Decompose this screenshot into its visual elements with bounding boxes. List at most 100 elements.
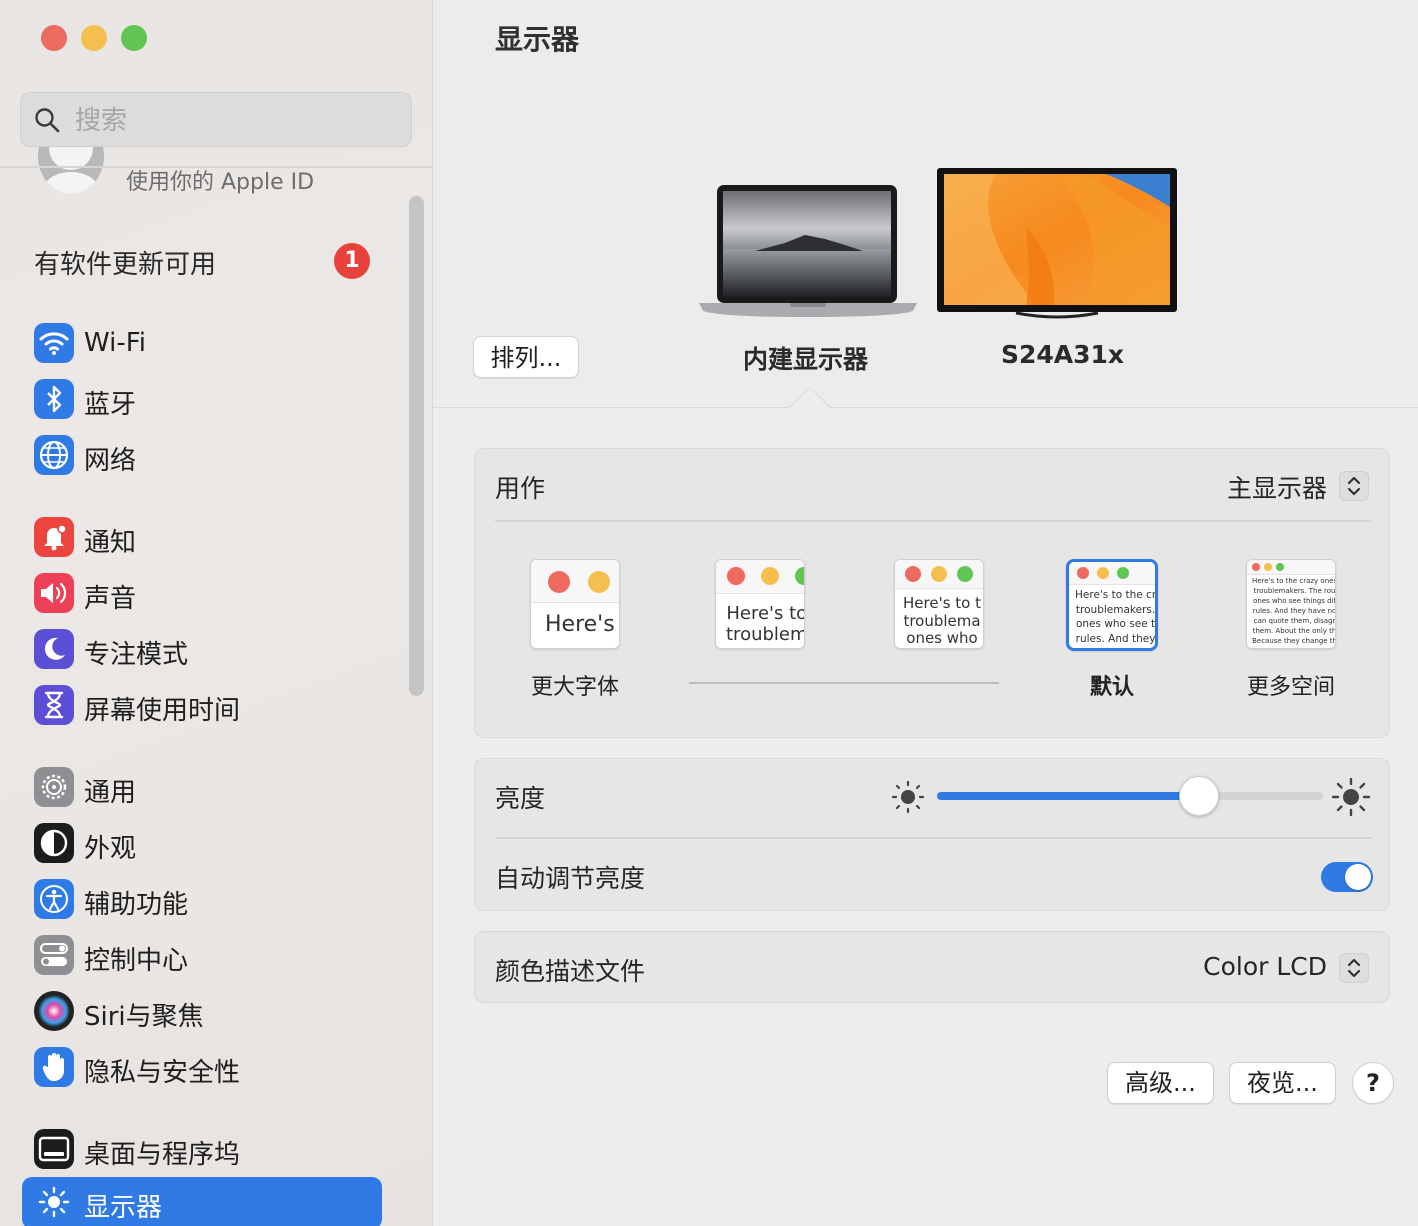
sidebar-item-privacy[interactable]: 隐私与安全性 — [22, 1042, 382, 1094]
color-profile-popup-stepper[interactable] — [1339, 953, 1369, 983]
resolution-label: 更大字体 — [530, 675, 619, 700]
update-badge: 1 — [334, 243, 370, 279]
resolution-option-default[interactable]: Here's to the cr troublemakers. ones who… — [1047, 559, 1177, 700]
gear-icon — [34, 767, 74, 807]
zoom-window-button[interactable] — [121, 25, 147, 51]
use-as-label: 用作 — [495, 474, 546, 503]
use-as-popup-stepper[interactable] — [1339, 471, 1369, 501]
sidebar-item-accessibility[interactable]: 辅助功能 — [22, 874, 382, 926]
night-shift-button[interactable]: 夜览... — [1229, 1062, 1336, 1104]
sidebar-item-sound[interactable]: 声音 — [22, 568, 382, 620]
resolution-preview: Here's — [530, 559, 620, 649]
auto-brightness-label: 自动调节亮度 — [495, 864, 646, 893]
sidebar-item-label: 控制中心 — [84, 946, 189, 976]
software-update-item[interactable]: 有软件更新可用 — [34, 244, 216, 281]
accessibility-icon — [34, 879, 74, 919]
use-as-value[interactable]: 主显示器 — [1227, 469, 1327, 505]
main-pane: 显示器 排列... 内建显示器 S24A31x 用作 主显示器 Here's 更… — [433, 0, 1418, 1226]
selected-display-caret — [790, 388, 830, 408]
toggles-icon — [34, 935, 74, 975]
brightness-slider-knob[interactable] — [1179, 776, 1219, 816]
preview-text: Here's to troublem — [726, 603, 805, 646]
updown-chevron-icon — [1347, 476, 1361, 496]
sidebar-item-label: 桌面与程序坞 — [84, 1140, 241, 1170]
resolution-option-larger-text[interactable]: Here's 更大字体 — [510, 559, 640, 700]
sidebar-item-siri[interactable]: Siri与聚焦 — [22, 986, 382, 1038]
minimize-window-button[interactable] — [81, 25, 107, 51]
hourglass-icon — [34, 685, 74, 725]
moon-icon — [34, 629, 74, 669]
sidebar-item-label: Wi-Fi — [84, 328, 147, 358]
sidebar-item-appearance[interactable]: 外观 — [22, 818, 382, 870]
sidebar-item-label: 蓝牙 — [84, 390, 137, 420]
display-name-external[interactable]: S24A31x — [1001, 340, 1124, 369]
color-profile-panel: 颜色描述文件 Color LCD — [474, 931, 1390, 1003]
toggle-knob — [1345, 864, 1371, 890]
sun-dim-icon — [891, 780, 925, 814]
builtin-display-thumbnail[interactable] — [695, 183, 921, 323]
resolution-label: 默认 — [1089, 675, 1134, 700]
hand-icon — [34, 1047, 74, 1087]
separator — [495, 837, 1371, 839]
brightness-label: 亮度 — [495, 784, 546, 813]
resolution-option-3[interactable]: Here's to t troublema ones who — [874, 559, 1004, 649]
sidebar-scrollbar[interactable] — [409, 196, 424, 696]
sidebar-item-bluetooth[interactable]: 蓝牙 — [22, 374, 382, 426]
preview-text: Here's — [545, 612, 615, 637]
search-icon — [35, 108, 60, 133]
resolution-option-more-space[interactable]: Here's to the crazy ones troublemakers. … — [1226, 559, 1356, 700]
sidebar-item-general[interactable]: 通用 — [22, 762, 382, 814]
sun-bright-icon — [1332, 778, 1370, 816]
resolution-preview: Here's to the crazy ones troublemakers. … — [1246, 559, 1336, 649]
sidebar-item-label: 隐私与安全性 — [84, 1058, 241, 1088]
bluetooth-icon — [34, 379, 74, 419]
sidebar-divider — [0, 166, 432, 168]
color-profile-label: 颜色描述文件 — [495, 957, 646, 986]
appearance-icon — [34, 823, 74, 863]
search-input[interactable] — [73, 101, 397, 141]
sidebar-item-control-center[interactable]: 控制中心 — [22, 930, 382, 982]
sidebar-item-label: Siri与聚焦 — [84, 1002, 204, 1032]
sidebar-item-desktop-dock[interactable]: 桌面与程序坞 — [22, 1124, 382, 1176]
preview-text: Here's to t troublema ones who — [903, 594, 981, 648]
bell-icon — [34, 517, 74, 557]
sidebar-item-focus[interactable]: 专注模式 — [22, 624, 382, 676]
sidebar-item-wifi[interactable]: Wi-Fi — [22, 318, 382, 370]
preview-text: Here's to the cr troublemakers. ones who… — [1075, 589, 1157, 646]
siri-icon — [34, 991, 74, 1031]
sidebar-item-label: 显示器 — [84, 1193, 163, 1223]
sidebar-item-notifications[interactable]: 通知 — [22, 512, 382, 564]
brightness-slider[interactable] — [937, 776, 1323, 816]
sidebar: 使用你的 Apple ID 有软件更新可用 1 Wi-Fi 蓝牙 网络 通知 — [0, 0, 433, 1226]
external-display-thumbnail[interactable] — [936, 167, 1178, 321]
arrange-button[interactable]: 排列... — [473, 336, 579, 378]
sidebar-item-label: 声音 — [84, 584, 137, 614]
dock-icon — [34, 1129, 74, 1169]
resolution-track-line — [689, 682, 999, 684]
brightness-slider-fill — [937, 792, 1199, 800]
help-button[interactable]: ? — [1352, 1062, 1394, 1104]
speaker-icon — [34, 573, 74, 613]
laptop-image — [699, 185, 917, 317]
resolution-option-2[interactable]: Here's to troublem — [695, 559, 825, 649]
color-profile-value[interactable]: Color LCD — [1203, 952, 1327, 981]
separator — [495, 520, 1371, 522]
preview-text: Here's to the crazy ones troublemakers. … — [1252, 577, 1336, 645]
sidebar-item-label: 辅助功能 — [84, 890, 189, 920]
close-window-button[interactable] — [41, 25, 67, 51]
sidebar-item-screen-time[interactable]: 屏幕使用时间 — [22, 680, 382, 732]
search-field[interactable] — [20, 92, 412, 147]
updown-chevron-icon — [1347, 958, 1361, 978]
sidebar-item-label: 外观 — [84, 834, 137, 864]
wifi-icon — [34, 323, 74, 363]
sidebar-item-network[interactable]: 网络 — [22, 430, 382, 482]
monitor-image — [937, 168, 1177, 319]
sidebar-item-displays[interactable]: 显示器 — [22, 1177, 382, 1226]
apple-id-text[interactable]: 使用你的 Apple ID — [126, 164, 314, 196]
sidebar-item-label: 网络 — [84, 446, 137, 476]
auto-brightness-toggle[interactable] — [1321, 862, 1373, 892]
display-name-builtin[interactable]: 内建显示器 — [743, 340, 868, 376]
advanced-button[interactable]: 高级... — [1107, 1062, 1214, 1104]
sidebar-item-label: 通知 — [84, 528, 137, 558]
globe-icon — [34, 435, 74, 475]
